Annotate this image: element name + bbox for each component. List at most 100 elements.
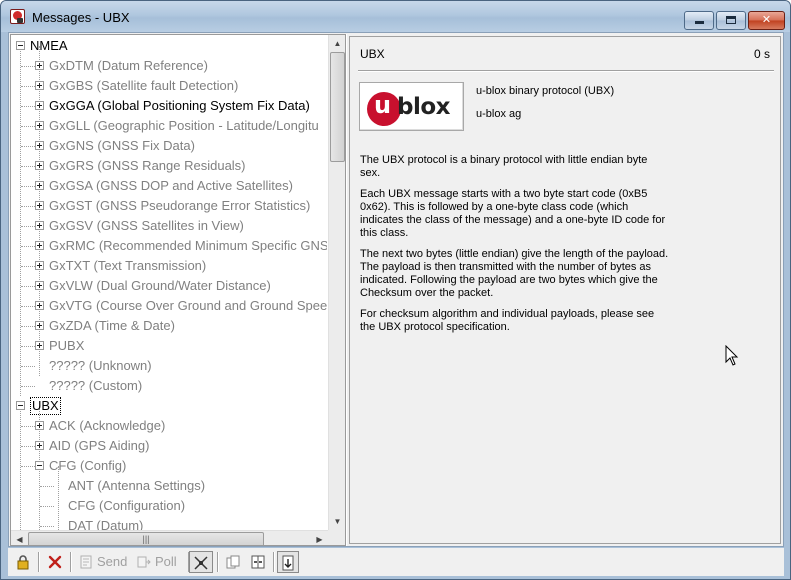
tree-node-label[interactable]: GxGRS (GNSS Range Residuals) — [49, 156, 246, 176]
expand-plus-icon[interactable] — [35, 121, 44, 130]
expand-plus-icon[interactable] — [35, 441, 44, 450]
tree-node-label[interactable]: GxGSV (GNSS Satellites in View) — [49, 216, 244, 236]
autoscroll-toggle[interactable] — [189, 551, 213, 573]
delete-button[interactable] — [44, 551, 66, 573]
collapse-expand-button[interactable] — [247, 551, 269, 573]
expand-plus-icon[interactable] — [35, 301, 44, 310]
tree-node-label[interactable]: GxGGA (Global Positioning System Fix Dat… — [49, 96, 310, 116]
tree-node-label[interactable]: ANT (Antenna Settings) — [68, 476, 205, 496]
tree-node-label[interactable]: GxDTM (Datum Reference) — [49, 56, 208, 76]
tree-node[interactable]: ACK (Acknowledge) — [11, 416, 327, 436]
tree-node[interactable]: GxGLL (Geographic Position - Latitude/Lo… — [11, 116, 327, 136]
tree-node-label[interactable]: NMEA — [30, 36, 68, 56]
tree-node[interactable]: CFG (Configuration) — [11, 496, 327, 516]
expand-plus-icon[interactable] — [35, 261, 44, 270]
collapse-minus-icon[interactable] — [16, 401, 25, 410]
tree-horizontal-scrollbar[interactable]: ◀ ||| ▶ — [11, 530, 328, 545]
scroll-right-arrow-icon[interactable]: ▶ — [311, 531, 328, 545]
tree-node[interactable]: GxVLW (Dual Ground/Water Distance) — [11, 276, 327, 296]
tree-vertical-scrollbar[interactable]: ▲ ▼ — [328, 35, 345, 530]
tree-node-label[interactable]: GxVTG (Course Over Ground and Ground Spe… — [49, 296, 327, 316]
tree-node[interactable]: AID (GPS Aiding) — [11, 436, 327, 456]
tree-node[interactable]: UBX — [11, 396, 327, 416]
tree-node[interactable]: GxGGA (Global Positioning System Fix Dat… — [11, 96, 327, 116]
tree-node[interactable]: GxDTM (Datum Reference) — [11, 56, 327, 76]
tree-node-label[interactable]: GxTXT (Text Transmission) — [49, 256, 206, 276]
tree-node-label[interactable]: GxGNS (GNSS Fix Data) — [49, 136, 195, 156]
collapse-minus-icon[interactable] — [16, 41, 25, 50]
tree-node[interactable]: GxGSA (GNSS DOP and Active Satellites) — [11, 176, 327, 196]
tree-node-label[interactable]: DAT (Datum) — [68, 516, 143, 530]
tree-node[interactable]: GxGRS (GNSS Range Residuals) — [11, 156, 327, 176]
maximize-icon — [726, 16, 736, 24]
tree-node-label[interactable]: CFG (Config) — [49, 456, 126, 476]
tree-node-label[interactable]: ????? (Unknown) — [49, 356, 152, 376]
tree-node[interactable]: DAT (Datum) — [11, 516, 327, 530]
expand-plus-icon[interactable] — [35, 141, 44, 150]
message-tree[interactable]: NMEA GxDTM (Datum Reference) GxGBS (Satell… — [10, 34, 346, 546]
expand-plus-icon[interactable] — [35, 321, 44, 330]
expand-plus-icon[interactable] — [35, 181, 44, 190]
tree-node[interactable]: GxGNS (GNSS Fix Data) — [11, 136, 327, 156]
tree-node[interactable]: GxTXT (Text Transmission) — [11, 256, 327, 276]
tree-node-label[interactable]: ACK (Acknowledge) — [49, 416, 165, 436]
tree-node[interactable]: GxGSV (GNSS Satellites in View) — [11, 216, 327, 236]
tree-node[interactable]: ????? (Unknown) — [11, 356, 327, 376]
tree-node[interactable]: GxGBS (Satellite fault Detection) — [11, 76, 327, 96]
tree-guide-line — [21, 466, 35, 467]
poll-button[interactable]: Poll — [134, 551, 184, 573]
expand-plus-icon[interactable] — [35, 341, 44, 350]
scroll-down-arrow-icon[interactable]: ▼ — [329, 513, 345, 530]
expand-plus-icon[interactable] — [35, 161, 44, 170]
scroll-left-arrow-icon[interactable]: ◀ — [11, 531, 28, 545]
tree-node-label[interactable]: ????? (Custom) — [49, 376, 142, 396]
minimize-button[interactable] — [684, 11, 714, 30]
expand-plus-icon[interactable] — [35, 281, 44, 290]
send-button[interactable]: Send — [76, 551, 130, 573]
expand-plus-icon[interactable] — [35, 241, 44, 250]
tree-node-label[interactable]: UBX — [30, 397, 61, 415]
tree-guide-line — [21, 146, 35, 147]
collapse-minus-icon[interactable] — [35, 461, 44, 470]
tree-guide-line — [21, 366, 35, 367]
tree-node[interactable]: GxRMC (Recommended Minimum Specific GNS — [11, 236, 327, 256]
expand-plus-icon[interactable] — [35, 81, 44, 90]
scroll-up-arrow-icon[interactable]: ▲ — [329, 35, 345, 52]
toolbar: Send Poll — [8, 548, 784, 576]
expand-plus-icon[interactable] — [35, 61, 44, 70]
tree-node-label[interactable]: GxGSA (GNSS DOP and Active Satellites) — [49, 176, 293, 196]
tree-node-label[interactable]: AID (GPS Aiding) — [49, 436, 149, 456]
copy-button[interactable] — [222, 551, 244, 573]
send-label: Send — [97, 554, 128, 569]
tree-node[interactable]: NMEA — [11, 36, 327, 56]
maximize-button[interactable] — [716, 11, 746, 30]
tree-guide-line — [21, 386, 35, 387]
tree-node-label[interactable]: PUBX — [49, 336, 84, 356]
expand-plus-icon[interactable] — [35, 421, 44, 430]
tree-node[interactable]: GxVTG (Course Over Ground and Ground Spe… — [11, 296, 327, 316]
tree-node[interactable]: GxZDA (Time & Date) — [11, 316, 327, 336]
tree-node-label[interactable]: GxGST (GNSS Pseudorange Error Statistics… — [49, 196, 310, 216]
tree-guide-line — [21, 66, 35, 67]
tree-node-label[interactable]: GxVLW (Dual Ground/Water Distance) — [49, 276, 271, 296]
tree-node-label[interactable]: CFG (Configuration) — [68, 496, 185, 516]
tree-guide-line — [21, 426, 35, 427]
lock-button[interactable] — [12, 551, 34, 573]
expand-plus-icon[interactable] — [35, 101, 44, 110]
tree-node-label[interactable]: GxGBS (Satellite fault Detection) — [49, 76, 238, 96]
tree-node[interactable]: CFG (Config) — [11, 456, 327, 476]
vertical-scroll-thumb[interactable] — [330, 52, 345, 162]
tree-node[interactable]: PUBX — [11, 336, 327, 356]
expand-plus-icon[interactable] — [35, 221, 44, 230]
description-paragraph: Each UBX message starts with a two byte … — [360, 188, 666, 239]
tree-node-label[interactable]: GxZDA (Time & Date) — [49, 316, 175, 336]
tree-node-label[interactable]: GxGLL (Geographic Position - Latitude/Lo… — [49, 116, 319, 136]
expand-plus-icon[interactable] — [35, 201, 44, 210]
tree-node[interactable]: GxGST (GNSS Pseudorange Error Statistics… — [11, 196, 327, 216]
filter-toggle[interactable] — [277, 551, 299, 573]
tree-node[interactable]: ANT (Antenna Settings) — [11, 476, 327, 496]
close-button[interactable]: ✕ — [748, 11, 785, 30]
horizontal-scroll-thumb[interactable]: ||| — [28, 532, 264, 545]
tree-node[interactable]: ????? (Custom) — [11, 376, 327, 396]
tree-node-label[interactable]: GxRMC (Recommended Minimum Specific GNS — [49, 236, 327, 256]
